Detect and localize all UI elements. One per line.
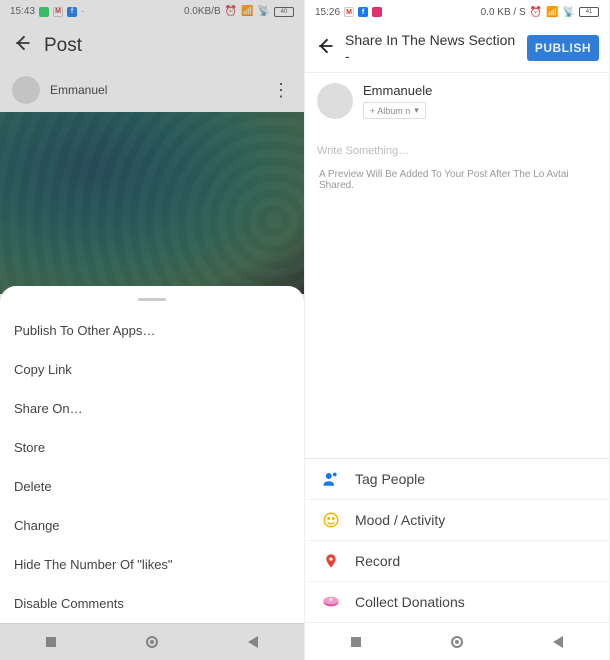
share-title: Share In The News Section -	[345, 32, 517, 64]
action-mood[interactable]: Mood / Activity	[305, 500, 609, 541]
status-time: 15:26	[315, 7, 340, 18]
chevron-down-icon: ▾	[414, 105, 419, 116]
user-name: Emmanuel	[50, 83, 107, 97]
status-time: 15:43	[10, 6, 35, 17]
system-navbar	[0, 623, 304, 660]
action-label: Collect Donations	[355, 594, 465, 610]
menu-copy-link[interactable]: Copy Link	[0, 350, 304, 389]
nav-recent-icon[interactable]	[349, 635, 363, 649]
wifi-icon: 📡	[258, 6, 270, 17]
sheet-handle[interactable]	[138, 298, 166, 301]
bottom-sheet: Publish To Other Apps… Copy Link Share O…	[0, 286, 304, 623]
battery-icon: 41	[579, 7, 599, 17]
nav-back-icon[interactable]	[246, 635, 260, 649]
gmail-icon: M	[53, 7, 63, 17]
wifi-icon: 📡	[563, 7, 575, 18]
menu-store[interactable]: Store	[0, 428, 304, 467]
action-donate[interactable]: Collect Donations	[305, 582, 609, 622]
action-tag-people[interactable]: Tag People	[305, 459, 609, 500]
alarm-icon: ⏰	[225, 6, 237, 17]
menu-publish-other[interactable]: Publish To Other Apps…	[0, 311, 304, 350]
status-bar: 15:43 M f · 0.0KB/B ⏰ 📶 📡 40	[0, 0, 304, 23]
more-options-icon[interactable]: ⋮	[272, 80, 290, 101]
location-pin-icon	[321, 551, 341, 571]
nav-back-icon[interactable]	[551, 635, 565, 649]
status-bar: 15:26 M f 0.0 KB / S ⏰ 📶 📡 41	[305, 0, 609, 24]
donate-icon	[321, 592, 341, 612]
tag-people-icon	[321, 469, 341, 489]
instagram-icon	[372, 7, 382, 17]
menu-change[interactable]: Change	[0, 506, 304, 545]
nav-home-icon[interactable]	[450, 635, 464, 649]
status-net: 0.0KB/B	[184, 6, 221, 17]
action-record[interactable]: Record	[305, 541, 609, 582]
back-arrow-icon[interactable]	[315, 36, 335, 61]
menu-share-on[interactable]: Share On…	[0, 389, 304, 428]
back-arrow-icon[interactable]	[12, 33, 32, 58]
album-selector[interactable]: + Album n ▾	[363, 102, 426, 119]
alarm-icon: ⏰	[530, 7, 542, 18]
battery-icon: 40	[274, 7, 294, 17]
menu-delete[interactable]: Delete	[0, 467, 304, 506]
menu-hide-likes[interactable]: Hide The Number Of "likes"	[0, 545, 304, 584]
user-name: Emmanuele	[363, 83, 432, 98]
album-label: + Album n	[370, 106, 410, 116]
menu-disable-comments[interactable]: Disable Comments	[0, 584, 304, 623]
facebook-icon: f	[67, 7, 77, 17]
post-title: Post	[44, 35, 82, 57]
signal-icon: 📶	[546, 7, 558, 18]
spacer	[305, 197, 609, 458]
right-phone: 15:26 M f 0.0 KB / S ⏰ 📶 📡 41 Share In T…	[305, 0, 610, 660]
dot-icon: ·	[81, 6, 84, 17]
facebook-icon: f	[358, 7, 368, 17]
gmail-icon: M	[344, 7, 354, 17]
action-label: Record	[355, 553, 400, 569]
share-header: Share In The News Section - PUBLISH	[305, 24, 609, 73]
post-header: Post	[0, 23, 304, 68]
system-navbar	[305, 622, 609, 660]
mood-icon	[321, 510, 341, 530]
preview-note: A Preview Will Be Added To Your Post Aft…	[305, 163, 609, 197]
left-phone: 15:43 M f · 0.0KB/B ⏰ 📶 📡 40 Post Emmanu…	[0, 0, 305, 660]
signal-icon: 📶	[241, 6, 253, 17]
nav-recent-icon[interactable]	[44, 635, 58, 649]
status-net: 0.0 KB / S	[481, 7, 526, 18]
avatar[interactable]	[12, 76, 40, 104]
share-user-row: Emmanuele + Album n ▾	[305, 73, 609, 129]
action-label: Tag People	[355, 471, 425, 487]
action-list: Tag People Mood / Activity Record Collec…	[305, 458, 609, 622]
avatar[interactable]	[317, 83, 353, 119]
post-user-row: Emmanuel ⋮	[0, 68, 304, 112]
nav-home-icon[interactable]	[145, 635, 159, 649]
composer-input[interactable]: Write Something…	[305, 129, 609, 163]
post-image[interactable]	[0, 112, 304, 294]
whatsapp-icon	[39, 7, 49, 17]
publish-button[interactable]: PUBLISH	[527, 35, 599, 61]
action-label: Mood / Activity	[355, 512, 445, 528]
